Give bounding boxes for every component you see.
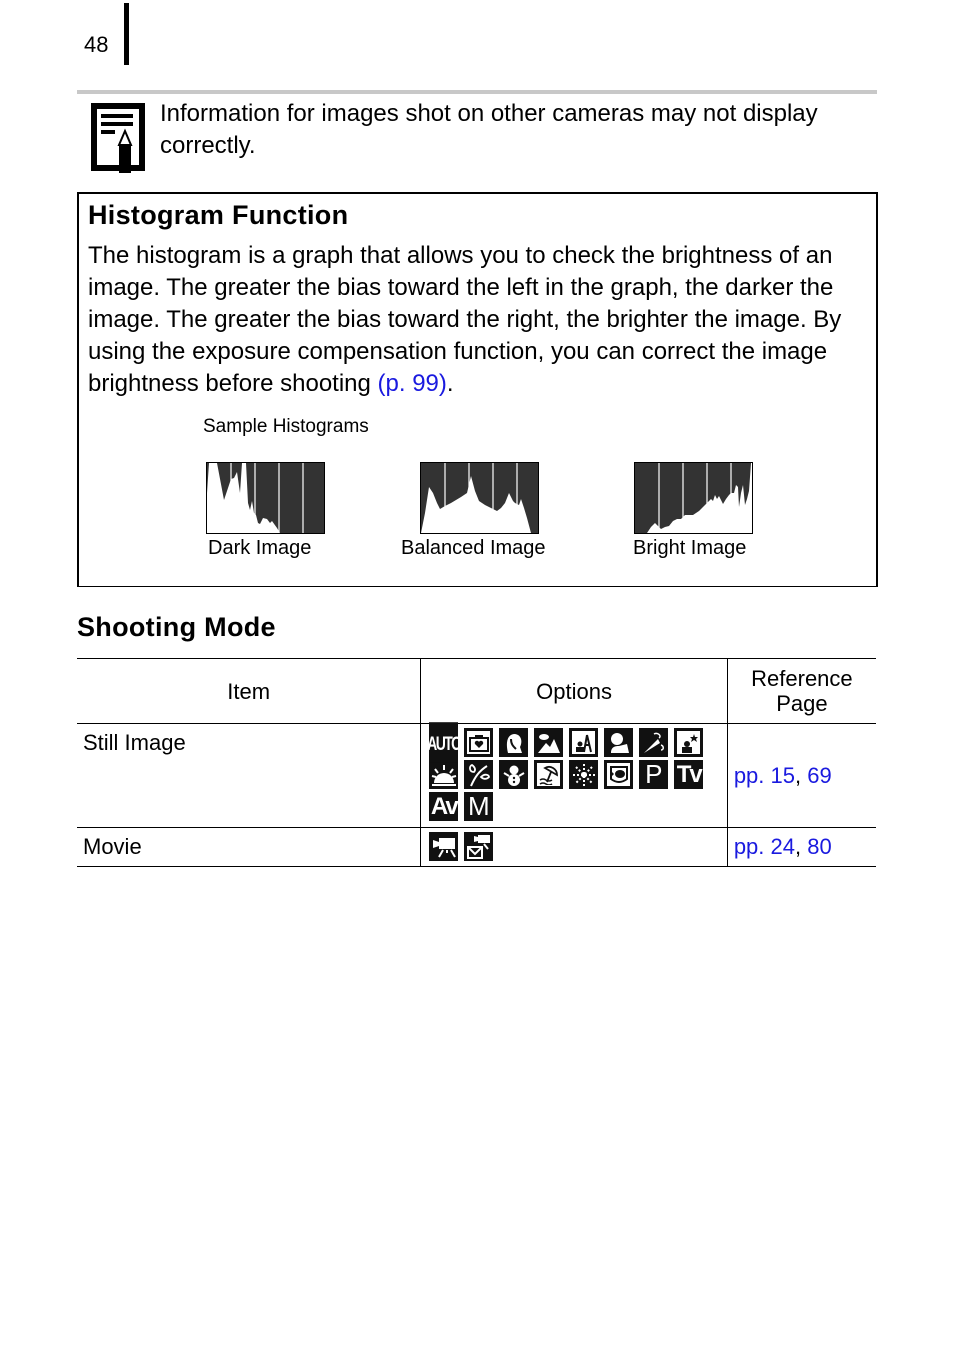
bright-histogram [634, 462, 753, 534]
snow-icon [499, 760, 529, 789]
night-snapshot-icon [569, 728, 599, 757]
bright-image-label: Bright Image [633, 537, 747, 559]
table-row: Still Image AUTO [77, 722, 876, 828]
page-69-link[interactable]: 69 [807, 763, 831, 788]
header-reference: Reference Page [727, 658, 876, 724]
shooting-mode-table: Item Options Reference Page Still Image … [77, 658, 876, 867]
note-text: Information for images shot on other cam… [160, 100, 818, 159]
ref-separator: , [795, 762, 808, 788]
row-item: Movie [77, 827, 421, 867]
manual-mode-icon: M [464, 792, 494, 821]
row-reference: pp. 15, 69 [727, 723, 876, 828]
program-mode-icon: P [639, 760, 669, 789]
page-80-link[interactable]: 80 [807, 834, 831, 859]
page-number-bar [124, 3, 129, 65]
page-number: 48 [84, 32, 109, 57]
histogram-box-title: Histogram Function [88, 200, 349, 230]
row-item: Still Image [77, 723, 421, 828]
ref-prefix-link[interactable]: pp. [734, 763, 771, 788]
sunset-icon [429, 760, 459, 789]
dark-image-label: Dark Image [208, 537, 312, 559]
night-scene-icon [674, 728, 704, 757]
shutter-priority-icon: Tv [674, 760, 704, 789]
table-header-row: Item Options Reference Page [77, 658, 876, 724]
header-options: Options [420, 658, 728, 724]
note-pencil-icon [91, 103, 145, 173]
aperture-priority-icon: Av [429, 792, 459, 821]
landscape-icon [534, 728, 564, 757]
underwater-icon [604, 760, 634, 789]
row-reference: pp. 24, 80 [727, 827, 876, 867]
beach-icon [534, 760, 564, 789]
ref-separator: , [795, 834, 808, 859]
histogram-body-text: The histogram is a graph that allows you… [88, 242, 842, 397]
movie-email-icon [464, 832, 494, 861]
indoor-party-icon [639, 728, 669, 757]
page-99-link[interactable]: (p. 99) [378, 370, 447, 397]
body-trailing: . [446, 370, 454, 397]
dark-histogram [206, 462, 325, 534]
foliage-icon [464, 760, 494, 789]
header-item: Item [77, 658, 421, 724]
page-15-link[interactable]: 15 [771, 763, 795, 788]
table-row: Movie pp. 24, 80 [77, 827, 876, 867]
sample-histograms-label: Sample Histograms [203, 416, 369, 437]
histogram-box-body: The histogram is a graph that allows you… [88, 240, 868, 400]
row-options: AUTO [420, 722, 728, 828]
portrait-icon [499, 728, 529, 757]
balanced-image-label: Balanced Image [401, 537, 546, 559]
movie-standard-icon [429, 832, 459, 861]
kids-pets-icon [604, 728, 634, 757]
auto-mode-icon: AUTO [429, 722, 459, 763]
balanced-histogram [420, 462, 539, 534]
top-rule [77, 90, 877, 94]
row-options [420, 827, 728, 867]
histogram-function-box: Histogram Function The histogram is a gr… [77, 192, 878, 587]
my-colors-camera-icon [464, 728, 494, 757]
shooting-mode-title: Shooting Mode [77, 612, 276, 642]
ref-prefix-link[interactable]: pp. [734, 834, 771, 859]
page-24-link[interactable]: 24 [771, 834, 795, 859]
fireworks-icon [569, 760, 599, 789]
